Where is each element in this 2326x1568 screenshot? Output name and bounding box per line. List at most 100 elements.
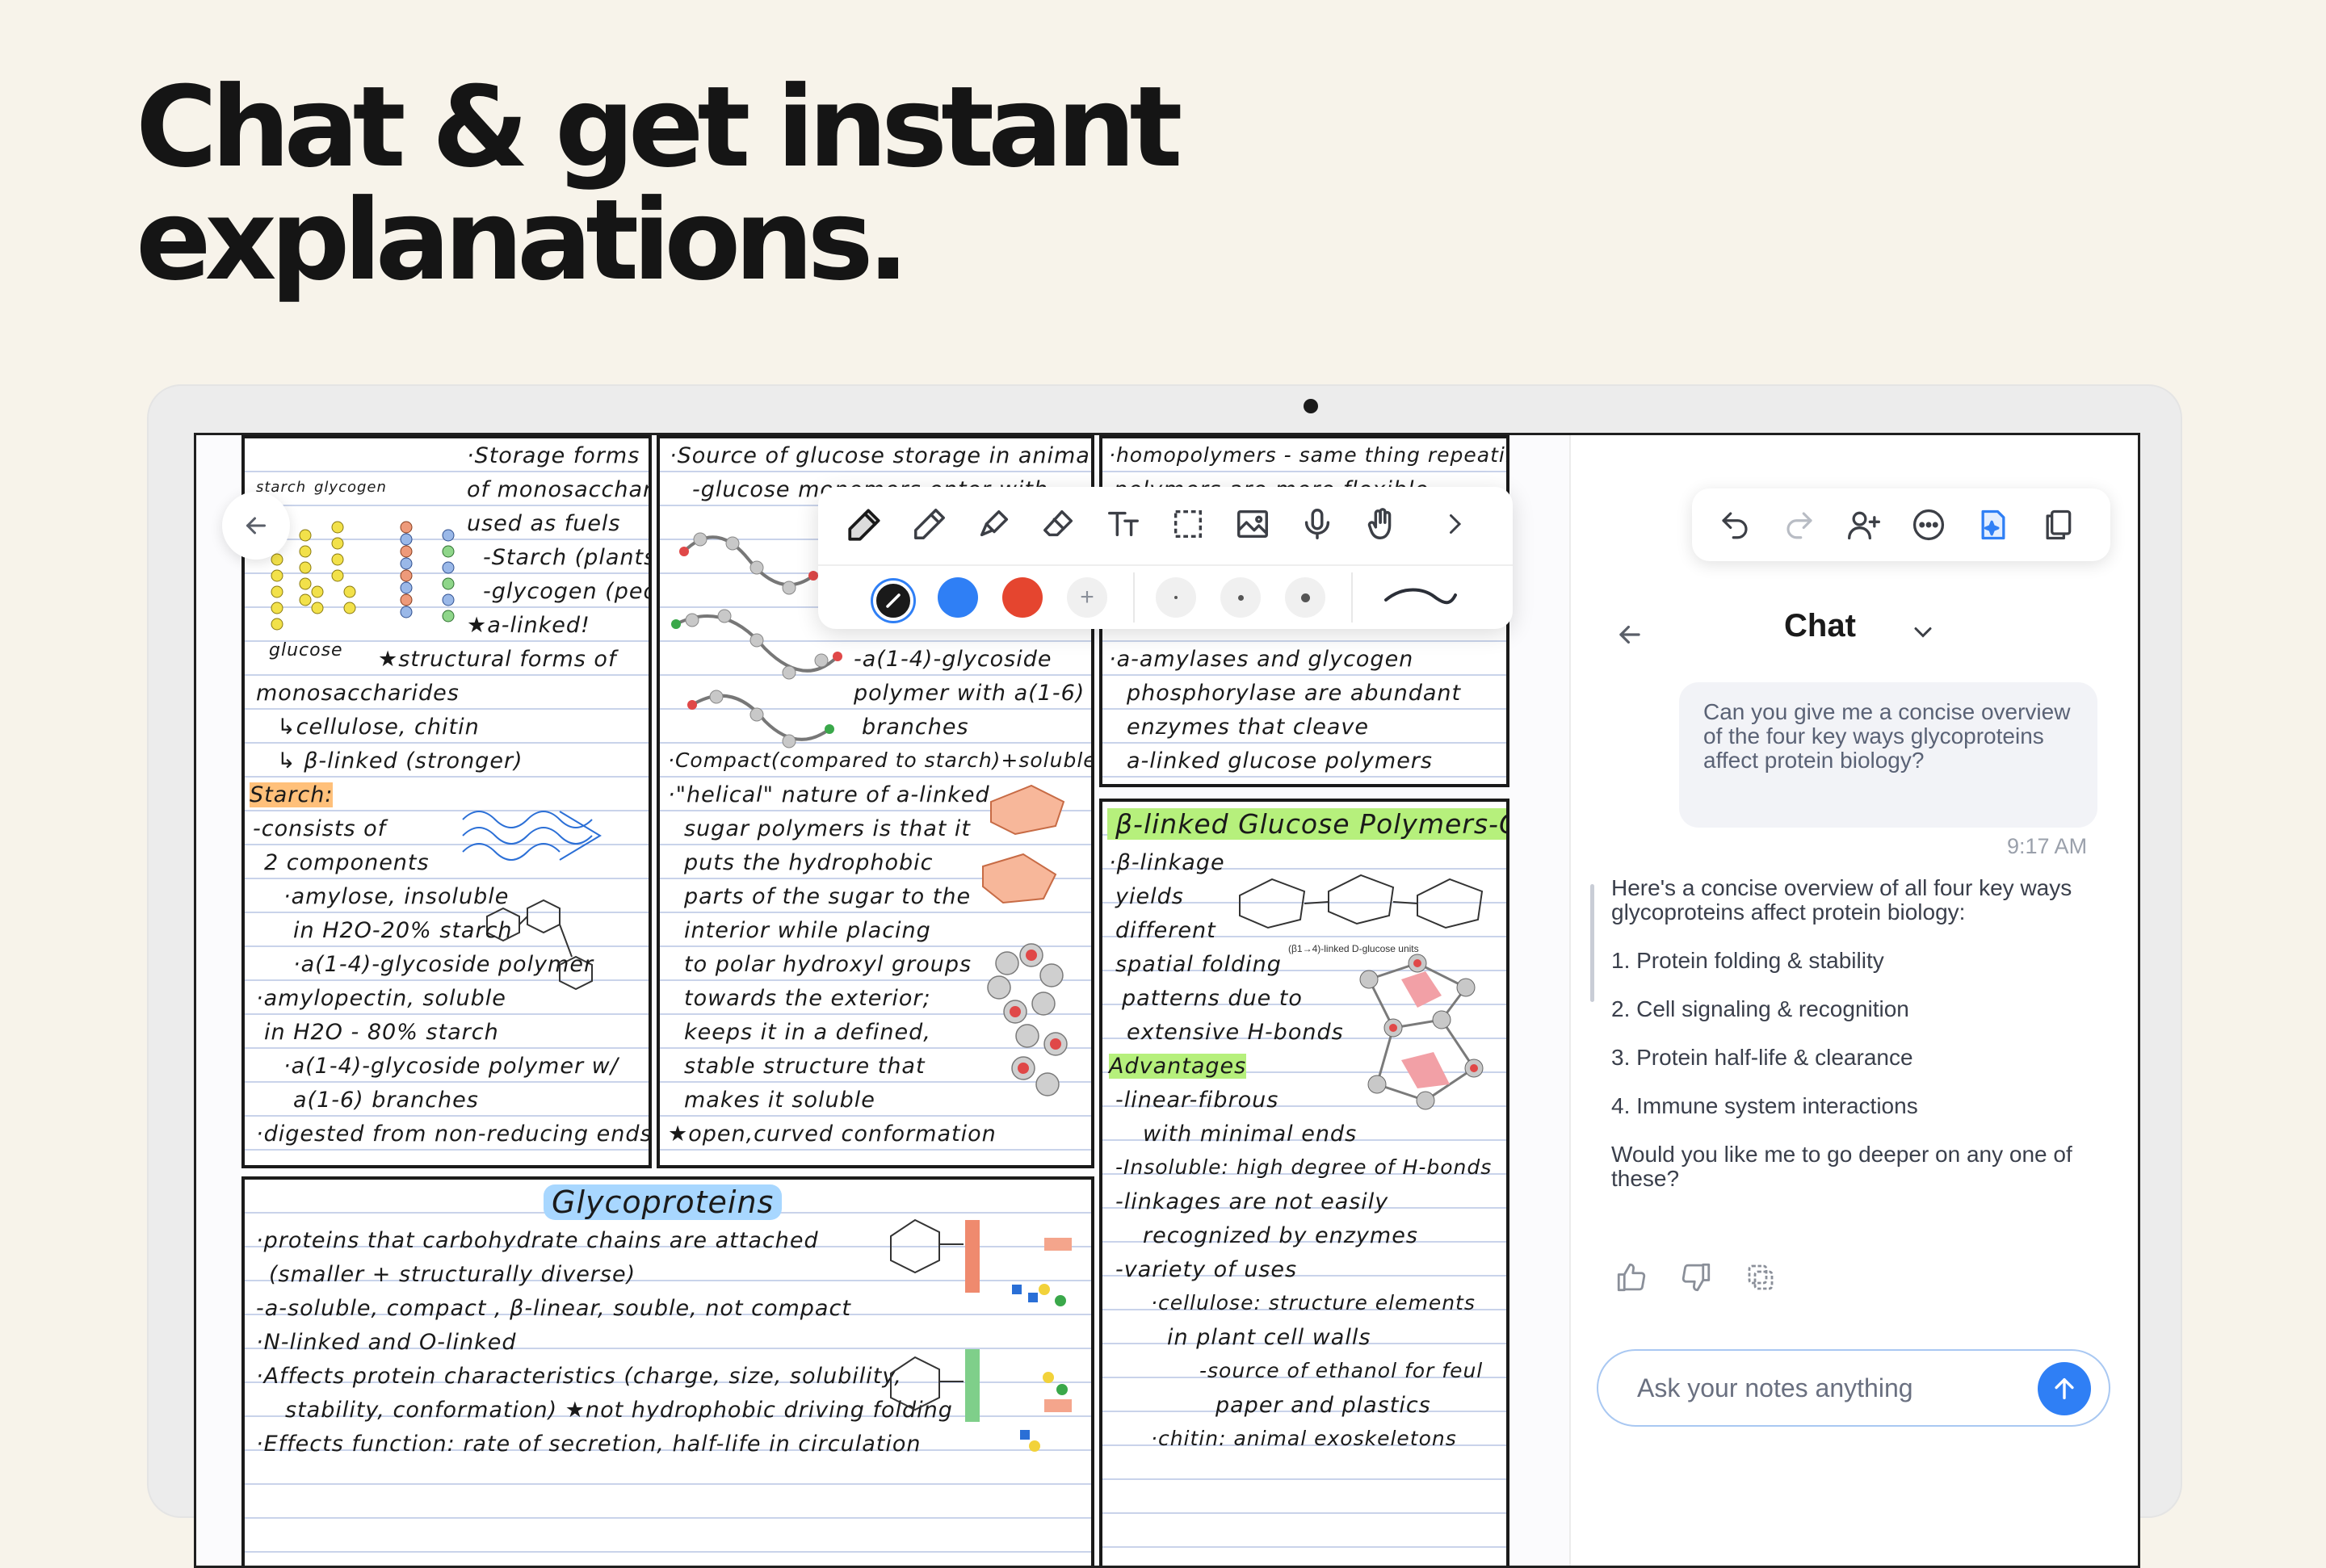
note-line: phosphorylase are abundant xyxy=(1127,681,1462,706)
note-line: ·Storage forms xyxy=(467,443,640,468)
note-line: -source of ethanol for feul xyxy=(1199,1359,1484,1382)
note-line: stability, conformation) ★not hydrophobi… xyxy=(285,1398,953,1423)
tablet-screen: starch glycogen glucose ·Storage forms o… xyxy=(194,433,2140,1568)
note-line: parts of the sugar to the xyxy=(684,884,972,909)
tool-eraser[interactable] xyxy=(1036,501,1081,547)
note-line: interior while placing xyxy=(684,918,931,943)
image-icon xyxy=(1237,509,1268,539)
note-line: with minimal ends xyxy=(1143,1121,1358,1147)
note-line: patterns due to xyxy=(1122,986,1303,1011)
note-line: ·N-linked and O-linked xyxy=(256,1330,517,1355)
note-line: ·Compact(compared to starch)+soluble xyxy=(668,748,1094,772)
note-line: stable structure that xyxy=(684,1054,926,1079)
more-icon xyxy=(1912,509,1945,541)
ai-response-indicator xyxy=(1590,884,1594,1002)
chat-back-button[interactable] xyxy=(1611,616,1648,653)
note-line: ·Effects function: rate of secretion, ha… xyxy=(256,1432,922,1457)
stroke-size-medium[interactable] xyxy=(1220,577,1261,618)
more-options-button[interactable] xyxy=(1907,503,1950,547)
note-line: a(1-6) branches xyxy=(293,1088,479,1113)
note-line: makes it soluble xyxy=(684,1088,875,1113)
tool-pen[interactable] xyxy=(842,501,888,547)
thumbs-up-button[interactable] xyxy=(1611,1257,1652,1298)
ai-response-item: 2. Cell signaling & recognition xyxy=(1611,996,1909,1021)
tool-microphone[interactable] xyxy=(1295,501,1340,547)
add-color-button[interactable]: + xyxy=(1067,577,1107,618)
notes-panel-cellulose: β-linked Glucose Polymers-Cellulose (β1→… xyxy=(1099,799,1509,1566)
ai-notes-button[interactable] xyxy=(1971,503,2015,547)
note-line: ·amylose, insoluble xyxy=(283,884,510,909)
note-line: branches xyxy=(862,715,969,740)
toolbar-divider xyxy=(818,564,1513,566)
thumbs-up-icon xyxy=(1617,1263,1646,1292)
chevron-right-icon xyxy=(1450,514,1462,534)
stroke-size-large[interactable] xyxy=(1285,577,1325,618)
chat-title[interactable]: Chat xyxy=(1784,608,1856,644)
note-line: in H2O-20% starch xyxy=(293,918,513,943)
message-timestamp: 9:17 AM xyxy=(2007,834,2088,858)
tool-image[interactable] xyxy=(1230,501,1275,547)
chat-input[interactable] xyxy=(1597,1349,2110,1427)
note-line: ·a-amylases and glycogen xyxy=(1109,647,1414,672)
add-collaborator-button[interactable] xyxy=(1842,503,1886,547)
note-line: towards the exterior; xyxy=(684,986,931,1011)
note-line: ·Source of glucose storage in animals xyxy=(670,443,1094,468)
tool-text[interactable] xyxy=(1101,501,1146,547)
note-line: extensive H-bonds xyxy=(1127,1020,1344,1045)
undo-button[interactable] xyxy=(1713,503,1757,547)
helix-diagram xyxy=(982,784,1068,1096)
chat-top-toolbar xyxy=(1692,488,2110,561)
note-line: ·chitin: animal exoskeletons xyxy=(1151,1427,1457,1450)
thumbs-down-button[interactable] xyxy=(1676,1257,1716,1298)
color-swatch-red[interactable] xyxy=(1002,577,1043,618)
note-line: recognized by enzymes xyxy=(1143,1223,1418,1248)
lasso-select-icon xyxy=(1173,509,1203,539)
ai-response-item: 1. Protein folding & stability xyxy=(1611,948,1884,973)
stroke-size-small[interactable] xyxy=(1156,577,1196,618)
note-line: -a-soluble, compact , β-linear, souble, … xyxy=(256,1296,851,1321)
notes-canvas[interactable]: starch glycogen glucose ·Storage forms o… xyxy=(196,435,1569,1566)
color-swatch-black[interactable] xyxy=(873,581,913,621)
note-line: spatial folding xyxy=(1115,952,1282,977)
pen-icon xyxy=(848,509,880,541)
tablet-device: starch glycogen glucose ·Storage forms o… xyxy=(147,384,2182,1568)
hand-pointer-icon xyxy=(1367,508,1392,539)
tool-pencil[interactable] xyxy=(907,501,952,547)
send-button[interactable] xyxy=(2038,1362,2091,1415)
copy-icon xyxy=(1748,1264,1774,1290)
color-swatch-blue[interactable] xyxy=(938,577,978,618)
note-line: keeps it in a defined, xyxy=(684,1020,931,1045)
note-line: ↳cellulose, chitin xyxy=(277,715,480,740)
note-line: ★open,curved conformation xyxy=(668,1121,997,1147)
pencil-icon xyxy=(914,509,945,539)
tool-lasso[interactable] xyxy=(1165,501,1211,547)
note-line: ·amylopectin, soluble xyxy=(256,986,506,1011)
tool-highlighter[interactable] xyxy=(972,501,1017,547)
note-line: ·homopolymers - same thing repeating xyxy=(1109,443,1509,467)
plus-icon: + xyxy=(1080,584,1094,610)
note-line: -linkages are not easily xyxy=(1115,1189,1389,1214)
note-heading-cellulose: β-linked Glucose Polymers-Cellulose xyxy=(1107,808,1506,840)
note-line: sugar polymers is that it xyxy=(684,816,971,841)
toolbar-more-button[interactable] xyxy=(1432,501,1477,547)
toolbar-separator xyxy=(1133,572,1135,623)
thumbs-down-icon xyxy=(1682,1263,1711,1292)
copy-pages-icon xyxy=(2046,509,2072,540)
cellulose-structure-diagram: (β1→4)-linked D-glucose units xyxy=(1239,874,1484,954)
tool-hand[interactable] xyxy=(1359,501,1404,547)
user-message-bubble: Can you give me a concise overview of th… xyxy=(1679,682,2097,828)
note-line: ·a(1-4)-glycoside polymer xyxy=(293,952,594,977)
note-line: ↳ β-linked (stronger) xyxy=(277,748,523,774)
note-line: glucose xyxy=(269,640,343,660)
back-button[interactable] xyxy=(222,492,290,560)
notes-panel-glycoproteins: Glycoproteins ·proteins that carbohydrat… xyxy=(241,1176,1094,1566)
chevron-down-icon[interactable] xyxy=(1908,618,1938,647)
note-line: ·β-linkage xyxy=(1109,850,1225,875)
copy-response-button[interactable] xyxy=(1740,1257,1781,1298)
stroke-style-button[interactable] xyxy=(1375,574,1464,619)
redo-icon xyxy=(1786,512,1812,539)
note-line: glycogen xyxy=(314,479,387,496)
redo-button[interactable] xyxy=(1778,503,1821,547)
pages-button[interactable] xyxy=(2036,503,2080,547)
note-line: ·digested from non-reducing ends xyxy=(256,1121,652,1147)
